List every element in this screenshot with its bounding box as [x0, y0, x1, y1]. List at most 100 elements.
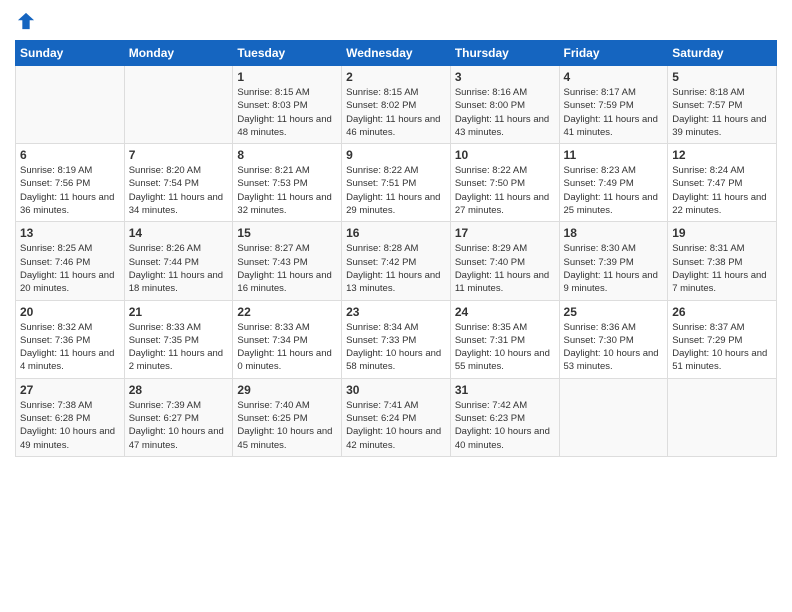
header-row: SundayMondayTuesdayWednesdayThursdayFrid… — [16, 41, 777, 66]
day-info: Sunrise: 8:21 AM Sunset: 7:53 PM Dayligh… — [237, 164, 337, 217]
calendar-table: SundayMondayTuesdayWednesdayThursdayFrid… — [15, 40, 777, 457]
week-row-1: 6 Sunrise: 8:19 AM Sunset: 7:56 PM Daylig… — [16, 144, 777, 222]
day-number: 1 — [237, 70, 337, 84]
day-info: Sunrise: 8:33 AM Sunset: 7:35 PM Dayligh… — [129, 321, 229, 374]
day-info: Sunrise: 7:38 AM Sunset: 6:28 PM Dayligh… — [20, 399, 120, 452]
day-cell: 25 Sunrise: 8:36 AM Sunset: 7:30 PM Dayli… — [559, 300, 668, 378]
day-cell: 7 Sunrise: 8:20 AM Sunset: 7:54 PM Daylig… — [124, 144, 233, 222]
week-row-2: 13 Sunrise: 8:25 AM Sunset: 7:46 PM Dayli… — [16, 222, 777, 300]
day-cell: 10 Sunrise: 8:22 AM Sunset: 7:50 PM Dayli… — [450, 144, 559, 222]
day-cell: 21 Sunrise: 8:33 AM Sunset: 7:35 PM Dayli… — [124, 300, 233, 378]
day-info: Sunrise: 8:25 AM Sunset: 7:46 PM Dayligh… — [20, 242, 120, 295]
day-cell: 27 Sunrise: 7:38 AM Sunset: 6:28 PM Dayli… — [16, 378, 125, 456]
day-info: Sunrise: 8:29 AM Sunset: 7:40 PM Dayligh… — [455, 242, 555, 295]
day-cell: 23 Sunrise: 8:34 AM Sunset: 7:33 PM Dayli… — [342, 300, 451, 378]
day-cell: 8 Sunrise: 8:21 AM Sunset: 7:53 PM Daylig… — [233, 144, 342, 222]
day-number: 22 — [237, 305, 337, 319]
day-number: 15 — [237, 226, 337, 240]
header-cell-monday: Monday — [124, 41, 233, 66]
day-number: 9 — [346, 148, 446, 162]
day-cell: 1 Sunrise: 8:15 AM Sunset: 8:03 PM Daylig… — [233, 66, 342, 144]
day-cell: 18 Sunrise: 8:30 AM Sunset: 7:39 PM Dayli… — [559, 222, 668, 300]
day-cell — [668, 378, 777, 456]
day-number: 7 — [129, 148, 229, 162]
day-info: Sunrise: 8:23 AM Sunset: 7:49 PM Dayligh… — [564, 164, 664, 217]
week-row-4: 27 Sunrise: 7:38 AM Sunset: 6:28 PM Dayli… — [16, 378, 777, 456]
day-info: Sunrise: 8:34 AM Sunset: 7:33 PM Dayligh… — [346, 321, 446, 374]
day-cell: 5 Sunrise: 8:18 AM Sunset: 7:57 PM Daylig… — [668, 66, 777, 144]
day-info: Sunrise: 8:27 AM Sunset: 7:43 PM Dayligh… — [237, 242, 337, 295]
day-info: Sunrise: 8:19 AM Sunset: 7:56 PM Dayligh… — [20, 164, 120, 217]
day-number: 16 — [346, 226, 446, 240]
day-number: 10 — [455, 148, 555, 162]
header-cell-sunday: Sunday — [16, 41, 125, 66]
week-row-3: 20 Sunrise: 8:32 AM Sunset: 7:36 PM Dayli… — [16, 300, 777, 378]
header-cell-tuesday: Tuesday — [233, 41, 342, 66]
day-info: Sunrise: 7:41 AM Sunset: 6:24 PM Dayligh… — [346, 399, 446, 452]
day-info: Sunrise: 8:32 AM Sunset: 7:36 PM Dayligh… — [20, 321, 120, 374]
day-cell: 16 Sunrise: 8:28 AM Sunset: 7:42 PM Dayli… — [342, 222, 451, 300]
page: SundayMondayTuesdayWednesdayThursdayFrid… — [0, 0, 792, 612]
header-cell-saturday: Saturday — [668, 41, 777, 66]
day-number: 2 — [346, 70, 446, 84]
day-number: 8 — [237, 148, 337, 162]
header-cell-friday: Friday — [559, 41, 668, 66]
day-info: Sunrise: 8:20 AM Sunset: 7:54 PM Dayligh… — [129, 164, 229, 217]
day-cell: 14Sunrise: 8:26 AM Sunset: 7:44 PM Dayli… — [124, 222, 233, 300]
day-cell — [124, 66, 233, 144]
day-number: 26 — [672, 305, 772, 319]
day-cell: 24Sunrise: 8:35 AM Sunset: 7:31 PM Dayli… — [450, 300, 559, 378]
day-cell: 31Sunrise: 7:42 AM Sunset: 6:23 PM Dayli… — [450, 378, 559, 456]
day-number: 21 — [129, 305, 229, 319]
day-info: Sunrise: 8:36 AM Sunset: 7:30 PM Dayligh… — [564, 321, 664, 374]
day-number: 28 — [129, 383, 229, 397]
day-number: 31 — [455, 383, 555, 397]
day-info: Sunrise: 7:40 AM Sunset: 6:25 PM Dayligh… — [237, 399, 337, 452]
day-info: Sunrise: 8:28 AM Sunset: 7:42 PM Dayligh… — [346, 242, 446, 295]
day-number: 6 — [20, 148, 120, 162]
day-cell: 29 Sunrise: 7:40 AM Sunset: 6:25 PM Dayli… — [233, 378, 342, 456]
day-info: Sunrise: 8:16 AM Sunset: 8:00 PM Dayligh… — [455, 86, 555, 139]
day-info: Sunrise: 8:15 AM Sunset: 8:03 PM Dayligh… — [237, 86, 337, 139]
day-cell: 15 Sunrise: 8:27 AM Sunset: 7:43 PM Dayli… — [233, 222, 342, 300]
day-info: Sunrise: 7:39 AM Sunset: 6:27 PM Dayligh… — [129, 399, 229, 452]
header-cell-wednesday: Wednesday — [342, 41, 451, 66]
day-number: 23 — [346, 305, 446, 319]
day-info: Sunrise: 8:24 AM Sunset: 7:47 PM Dayligh… — [672, 164, 772, 217]
day-number: 5 — [672, 70, 772, 84]
day-cell: 26 Sunrise: 8:37 AM Sunset: 7:29 PM Dayli… — [668, 300, 777, 378]
day-cell: 6 Sunrise: 8:19 AM Sunset: 7:56 PM Daylig… — [16, 144, 125, 222]
day-info: Sunrise: 8:18 AM Sunset: 7:57 PM Dayligh… — [672, 86, 772, 139]
day-cell — [16, 66, 125, 144]
day-cell — [559, 378, 668, 456]
day-cell: 4 Sunrise: 8:17 AM Sunset: 7:59 PM Daylig… — [559, 66, 668, 144]
day-info: Sunrise: 8:31 AM Sunset: 7:38 PM Dayligh… — [672, 242, 772, 295]
day-number: 25 — [564, 305, 664, 319]
day-number: 4 — [564, 70, 664, 84]
day-number: 29 — [237, 383, 337, 397]
day-number: 17 — [455, 226, 555, 240]
day-cell: 28 Sunrise: 7:39 AM Sunset: 6:27 PM Dayli… — [124, 378, 233, 456]
day-cell: 19Sunrise: 8:31 AM Sunset: 7:38 PM Dayli… — [668, 222, 777, 300]
day-cell: 17 Sunrise: 8:29 AM Sunset: 7:40 PM Dayli… — [450, 222, 559, 300]
day-number: 27 — [20, 383, 120, 397]
day-info: Sunrise: 8:33 AM Sunset: 7:34 PM Dayligh… — [237, 321, 337, 374]
day-cell: 13 Sunrise: 8:25 AM Sunset: 7:46 PM Dayli… — [16, 222, 125, 300]
day-number: 20 — [20, 305, 120, 319]
day-cell: 20 Sunrise: 8:32 AM Sunset: 7:36 PM Dayli… — [16, 300, 125, 378]
day-info: Sunrise: 8:37 AM Sunset: 7:29 PM Dayligh… — [672, 321, 772, 374]
day-number: 3 — [455, 70, 555, 84]
day-cell: 9Sunrise: 8:22 AM Sunset: 7:51 PM Daylig… — [342, 144, 451, 222]
day-info: Sunrise: 8:26 AM Sunset: 7:44 PM Dayligh… — [129, 242, 229, 295]
day-info: Sunrise: 8:22 AM Sunset: 7:50 PM Dayligh… — [455, 164, 555, 217]
day-info: Sunrise: 8:15 AM Sunset: 8:02 PM Dayligh… — [346, 86, 446, 139]
day-info: Sunrise: 8:30 AM Sunset: 7:39 PM Dayligh… — [564, 242, 664, 295]
day-info: Sunrise: 8:17 AM Sunset: 7:59 PM Dayligh… — [564, 86, 664, 139]
day-number: 30 — [346, 383, 446, 397]
day-number: 13 — [20, 226, 120, 240]
day-cell: 2 Sunrise: 8:15 AM Sunset: 8:02 PM Daylig… — [342, 66, 451, 144]
day-cell: 22 Sunrise: 8:33 AM Sunset: 7:34 PM Dayli… — [233, 300, 342, 378]
day-cell: 12 Sunrise: 8:24 AM Sunset: 7:47 PM Dayli… — [668, 144, 777, 222]
day-number: 12 — [672, 148, 772, 162]
day-number: 18 — [564, 226, 664, 240]
